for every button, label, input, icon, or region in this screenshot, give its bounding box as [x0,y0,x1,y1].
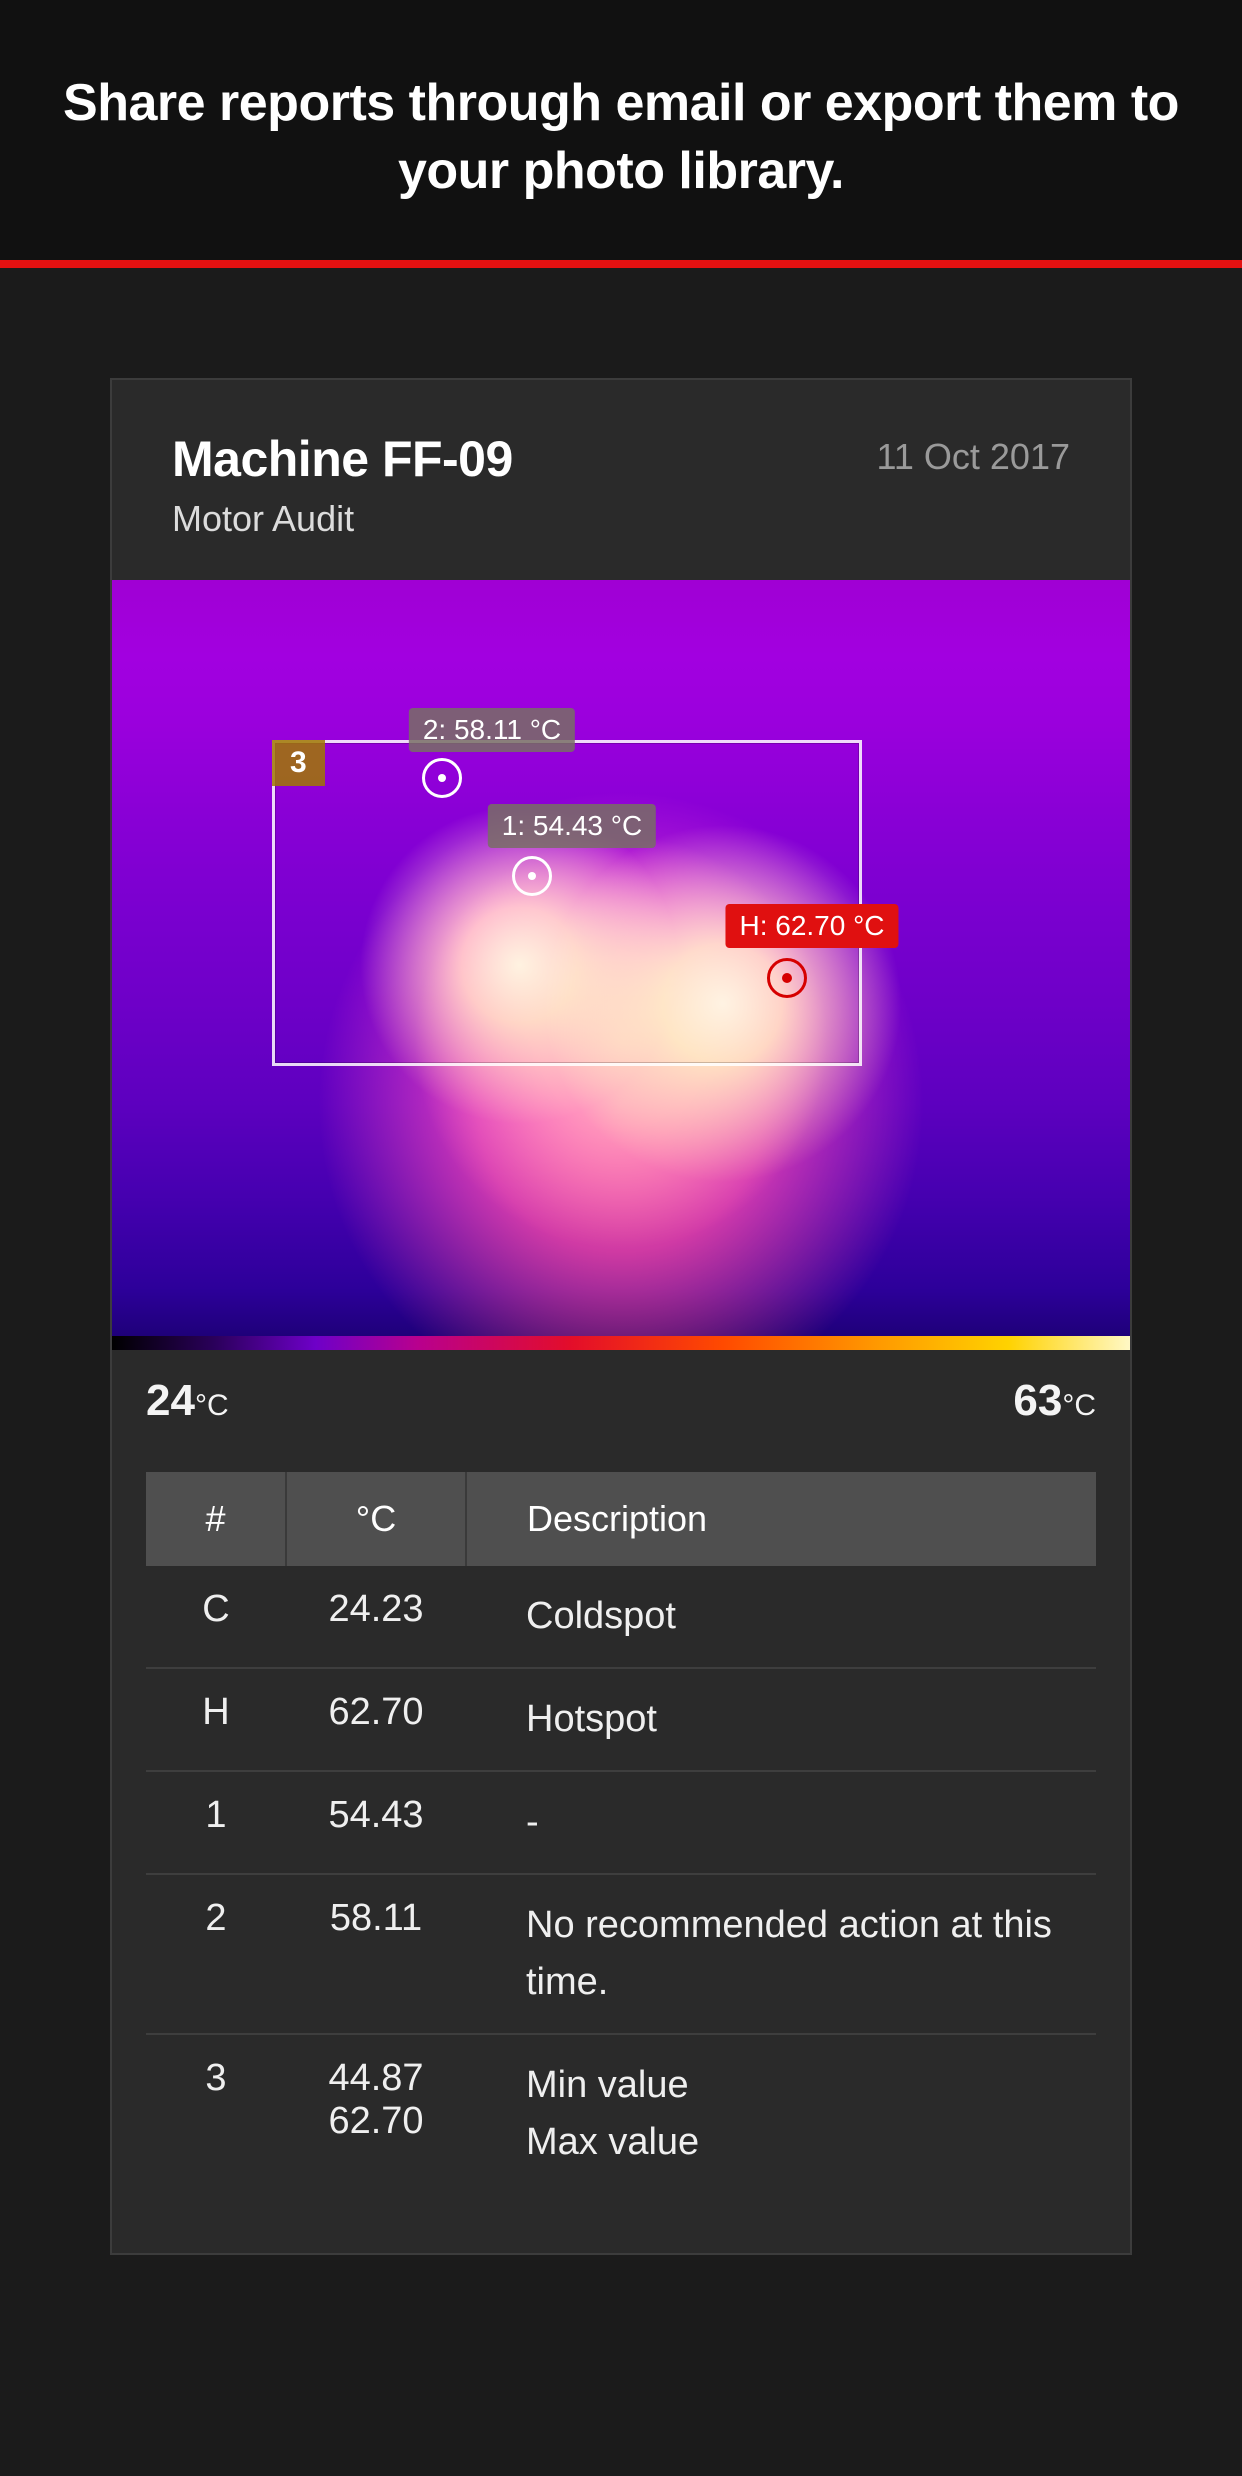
report-subtitle: Motor Audit [172,498,513,540]
report-canvas: Machine FF-09 Motor Audit 11 Oct 2017 3 … [0,268,1242,2476]
measurement-table-wrap: # °C Description C 24.23 Coldspot H 62.7… [112,1472,1130,2253]
promo-banner: Share reports through email or export th… [0,0,1242,260]
table-row: 1 54.43 - [146,1771,1096,1874]
col-header-temp: °C [286,1472,466,1566]
cell-temp: 24.23 [286,1566,466,1668]
col-header-id: # [146,1472,286,1566]
report-header: Machine FF-09 Motor Audit 11 Oct 2017 [112,380,1130,580]
roi-label: 3 [272,740,325,786]
cell-id: 2 [146,1874,286,2034]
marker-1-label: 1: 54.43 °C [488,804,656,848]
cell-id: 1 [146,1771,286,1874]
report-card: Machine FF-09 Motor Audit 11 Oct 2017 3 … [110,378,1132,2255]
table-row: 2 58.11 No recommended action at this ti… [146,1874,1096,2034]
cell-desc: - [466,1771,1096,1874]
scale-max: 63°C [1013,1376,1096,1426]
cell-temp: 44.87 62.70 [286,2034,466,2193]
cell-desc: Min value Max value [466,2034,1096,2193]
cell-desc: Hotspot [466,1668,1096,1771]
roi-box-3: 3 [272,740,862,1066]
thermal-image: 3 2: 58.11 °C 1: 54.43 °C H: 62.70 °C [112,580,1130,1350]
table-row: C 24.23 Coldspot [146,1566,1096,1668]
red-divider [0,260,1242,268]
scale-min: 24°C [146,1376,229,1426]
cell-temp: 62.70 [286,1668,466,1771]
report-date: 11 Oct 2017 [877,430,1070,478]
marker-hot-icon [767,958,807,998]
cell-id: H [146,1668,286,1771]
marker-hot-label: H: 62.70 °C [725,904,898,948]
report-title: Machine FF-09 [172,430,513,488]
marker-1-icon [512,856,552,896]
temperature-scale: 24°C 63°C [112,1350,1130,1472]
col-header-desc: Description [466,1472,1096,1566]
promo-headline: Share reports through email or export th… [60,70,1182,205]
measurement-table: # °C Description C 24.23 Coldspot H 62.7… [146,1472,1096,2193]
scale-max-unit: °C [1062,1389,1096,1422]
cell-id: C [146,1566,286,1668]
table-row: H 62.70 Hotspot [146,1668,1096,1771]
marker-2-icon [422,758,462,798]
cell-id: 3 [146,2034,286,2193]
cell-desc: Coldspot [466,1566,1096,1668]
cell-temp: 54.43 [286,1771,466,1874]
scale-min-unit: °C [195,1389,229,1422]
scale-max-value: 63 [1013,1376,1062,1425]
scale-min-value: 24 [146,1376,195,1425]
marker-2-label: 2: 58.11 °C [409,708,575,752]
cell-temp: 58.11 [286,1874,466,2034]
table-row: 3 44.87 62.70 Min value Max value [146,2034,1096,2193]
cell-desc: No recommended action at this time. [466,1874,1096,2034]
